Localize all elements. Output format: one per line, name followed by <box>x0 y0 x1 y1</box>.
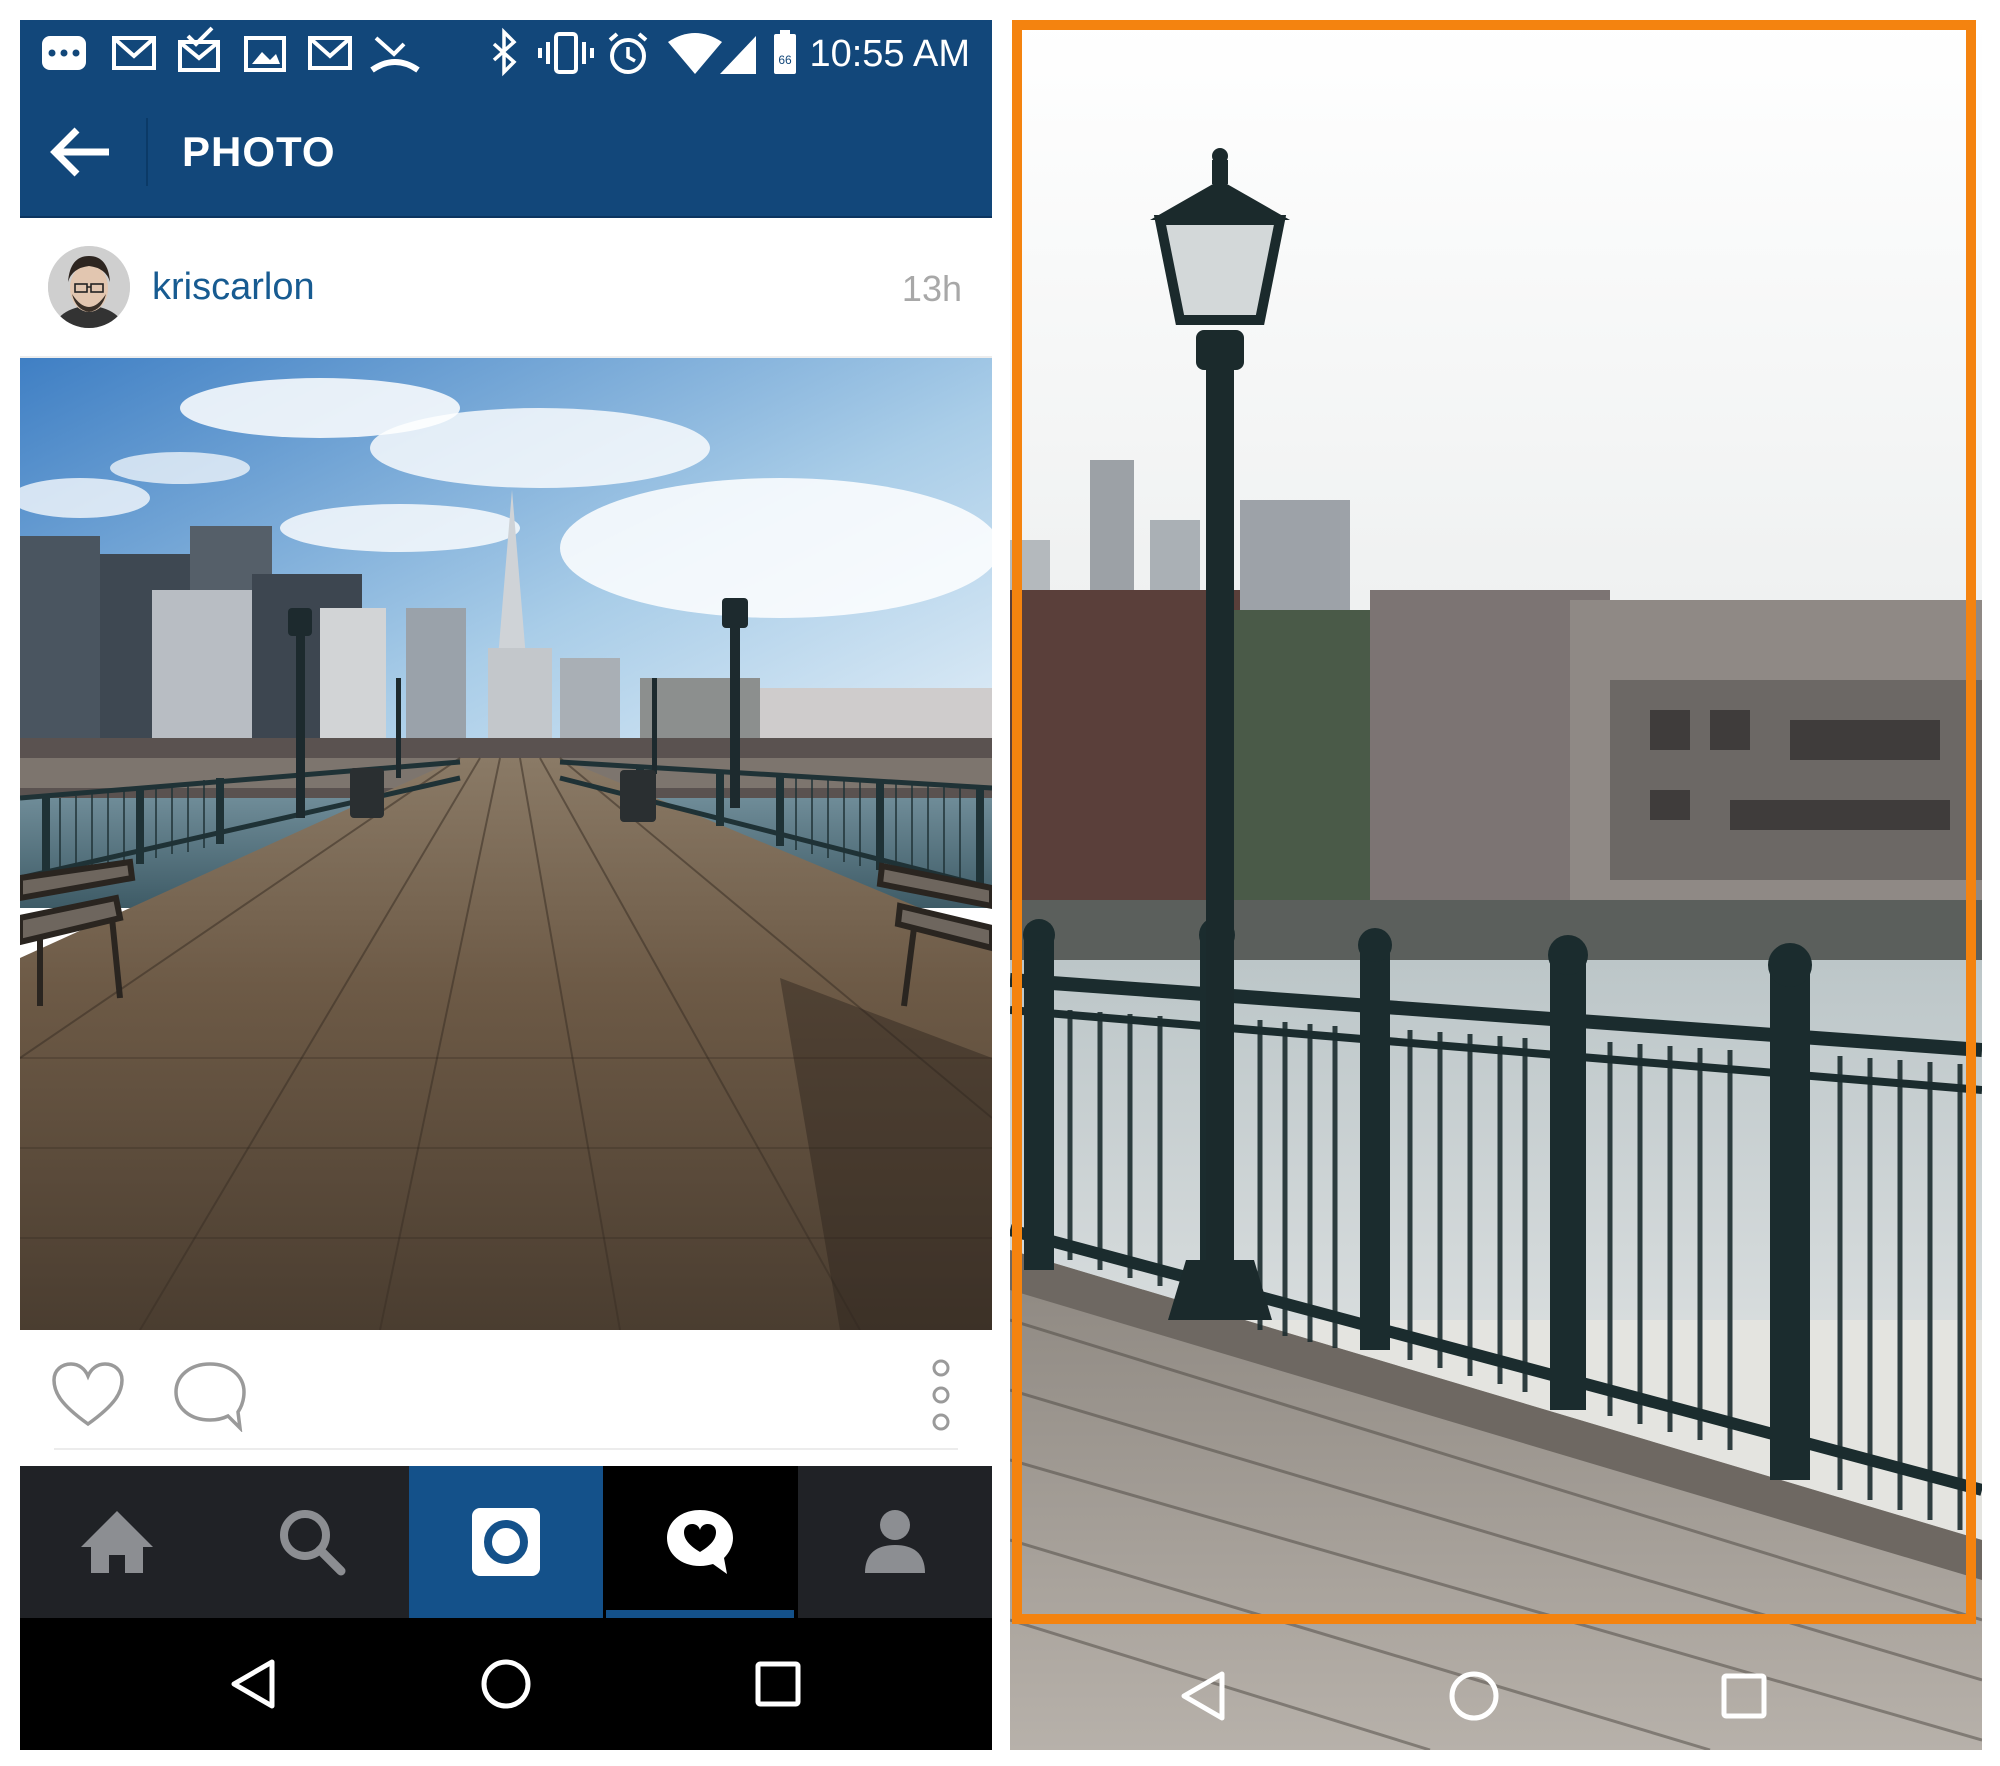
gmail-icon <box>308 36 352 70</box>
nav-back-button[interactable] <box>204 1634 304 1734</box>
back-triangle-icon <box>1181 1671 1225 1721</box>
camera-icon <box>471 1508 540 1576</box>
pier-boardwalk-photo <box>20 358 992 1330</box>
nav-home-button[interactable] <box>1424 1646 1524 1746</box>
back-triangle-icon <box>231 1659 275 1709</box>
like-button[interactable] <box>50 1360 126 1430</box>
page-title: PHOTO <box>182 128 336 175</box>
nav-recents-button[interactable] <box>1694 1646 1794 1746</box>
arrow-left-icon <box>50 127 109 177</box>
home-circle-icon <box>481 1659 531 1709</box>
bottom-tab-bar <box>20 1466 992 1618</box>
missed-call-icon <box>370 36 420 73</box>
email-icon <box>178 26 220 72</box>
recents-square-icon <box>1721 1673 1767 1719</box>
app-header: PHOTO <box>20 88 992 218</box>
home-icon <box>81 1511 154 1573</box>
nav-recents-button[interactable] <box>728 1634 828 1734</box>
avatar[interactable] <box>48 246 130 328</box>
heart-outline-icon <box>52 1362 124 1427</box>
messages-icon <box>42 36 86 70</box>
phone-screen-left: 66 10:55 AM PHOTO kriscarlon 13h <box>20 20 992 1750</box>
divider <box>54 1448 958 1450</box>
gallery-icon <box>244 36 286 72</box>
svg-text:66: 66 <box>778 53 792 67</box>
cell-signal-icon <box>720 36 756 74</box>
wifi-icon <box>668 33 722 74</box>
tab-profile[interactable] <box>798 1466 992 1618</box>
vertical-dots-icon <box>932 1359 950 1431</box>
back-button[interactable] <box>40 112 120 192</box>
comment-bubble-icon <box>174 1362 246 1432</box>
header-divider <box>146 118 148 186</box>
tab-home[interactable] <box>20 1466 214 1618</box>
nav-back-button[interactable] <box>1154 1646 1254 1746</box>
zoom-highlight-frame <box>1012 20 1976 1624</box>
status-clock: 10:55 AM <box>809 33 970 75</box>
status-bar: 66 10:55 AM <box>20 20 992 88</box>
home-circle-icon <box>1449 1671 1499 1721</box>
tab-camera[interactable] <box>408 1466 604 1618</box>
tab-search[interactable] <box>214 1466 408 1618</box>
post-username[interactable]: kriscarlon <box>152 264 315 310</box>
nav-home-button[interactable] <box>456 1634 556 1734</box>
vibrate-icon <box>538 32 594 74</box>
comment-button[interactable] <box>172 1358 248 1432</box>
battery-icon: 66 <box>774 30 796 74</box>
more-options-button[interactable] <box>926 1356 956 1434</box>
activity-heart-icon <box>667 1510 734 1574</box>
gmail-icon <box>112 36 156 70</box>
profile-photo <box>48 246 130 328</box>
active-tab-indicator <box>606 1610 795 1618</box>
alarm-icon <box>608 32 648 74</box>
android-nav-bar <box>20 1618 992 1750</box>
bluetooth-icon <box>492 27 517 77</box>
post-photo[interactable] <box>20 358 992 1330</box>
tab-activity[interactable] <box>603 1466 798 1618</box>
recents-square-icon <box>755 1661 801 1707</box>
search-icon <box>279 1510 346 1576</box>
android-nav-bar-translucent <box>1010 1630 1982 1750</box>
profile-icon <box>864 1510 925 1573</box>
post-timestamp: 13h <box>901 268 962 309</box>
